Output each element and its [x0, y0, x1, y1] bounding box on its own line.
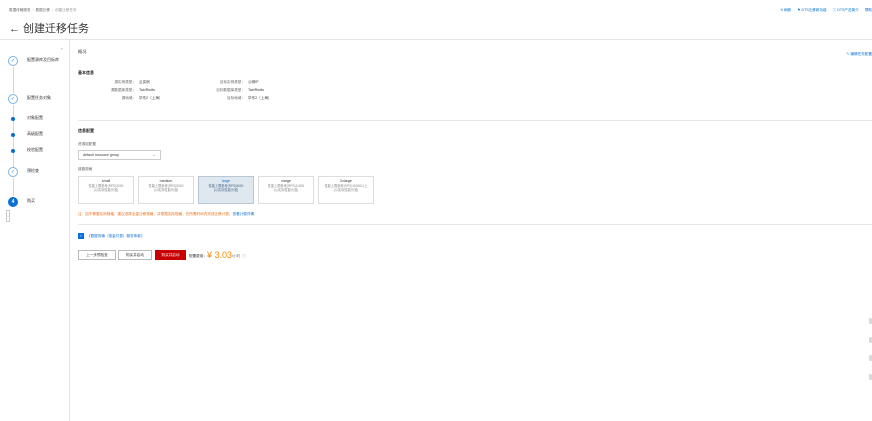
sidebar-handle[interactable]: › [6, 210, 10, 222]
check-icon: ✓ [8, 167, 18, 177]
breadcrumb-item-current: 创建迁移任务 [54, 8, 77, 12]
page-title: ← 创建迁移任务 [9, 20, 89, 36]
breadcrumb-item-dts[interactable]: 数据传输服务 [9, 8, 31, 12]
terms-link[interactable]: 《数据传输（按量付费）服务条款》 [87, 234, 145, 238]
step-label: 高级配置 [27, 131, 43, 136]
info-key: 源数据库类型： [110, 88, 136, 92]
info-row: 源实例类型： 云实例 目标实例类型： 公网IP [78, 80, 259, 85]
title-divider [0, 39, 872, 40]
resource-group-select[interactable]: default resource group ⌄ [78, 150, 161, 160]
step-label: 购买 [27, 198, 35, 203]
price-amount: ¥ 3.03 [206, 250, 232, 260]
prev-precheck-button[interactable]: 上一步预检查 [78, 250, 116, 260]
spec-card-small[interactable]: small 性能上限参考(RPS)2000 (以实际性能为准) [78, 176, 134, 204]
topbar: 数据传输服务 / 数据迁移 / 创建迁移任务 ⟲ 刷新 ⚑ DTS迁移新功能 ⓘ DTS… [0, 0, 872, 18]
product-intro-link[interactable]: ⓘ DTS产品简介 [833, 8, 859, 12]
step-task-objects[interactable]: ✓ 配置任务对象 [8, 94, 70, 104]
step-validation-config[interactable]: 校验配置 [8, 146, 70, 156]
agree-checkbox[interactable]: ✓ [78, 233, 84, 239]
check-icon: ✓ [8, 94, 18, 104]
spec-note: (以实际性能为准) [273, 188, 299, 193]
price-unit: /小时 [232, 254, 241, 258]
info-value: 公网IP [248, 80, 259, 84]
spec-label: 链路规格 [78, 167, 93, 171]
buy-and-start-button[interactable]: 购买并启动 [155, 250, 186, 260]
info-value: 华东2（上海） [139, 96, 163, 100]
section-divider [78, 120, 872, 121]
spec-note: (以实际性能为准) [333, 188, 359, 193]
breadcrumb: 数据传输服务 / 数据迁移 / 创建迁移任务 [9, 8, 77, 13]
info-value: 华东2（上海） [248, 96, 272, 100]
help-link[interactable]: 帮助 [865, 8, 872, 12]
step-object-config[interactable]: 对象配置 [8, 114, 70, 124]
step-advanced-config[interactable]: 高级配置 [8, 130, 70, 140]
step-label: 配置任务对象 [27, 95, 51, 100]
spec-card-2xlarge[interactable]: 2xlarge 性能上限参考(RPS)15000以上 (以实际性能为准) [318, 176, 374, 204]
back-arrow-icon[interactable]: ← [9, 23, 20, 35]
step-source-target[interactable]: ✓ 配置源库及目标库 [8, 56, 70, 66]
step-precheck[interactable]: ✓ 预检查 [8, 167, 70, 177]
info-row: 源地域： 华东2（上海） 目标地域： 华东2（上海） [78, 96, 272, 101]
spec-note: (以实际性能为准) [153, 188, 179, 193]
spec-card-large[interactable]: large 性能上限参考(RPS)8000 (以实际性能为准) [198, 176, 254, 204]
spec-card-medium[interactable]: medium 性能上限参考(RPS)5000 (以实际性能为准) [138, 176, 194, 204]
spec-note: (以实际性能为准) [213, 188, 239, 193]
substep-dot-icon [11, 133, 15, 137]
info-key: 源地域： [121, 96, 136, 100]
info-key: 目标数据库类型： [216, 88, 245, 92]
spec-note: (以实际性能为准) [93, 188, 119, 193]
info-key: 目标实例类型： [219, 80, 245, 84]
step-label: 对象配置 [27, 115, 43, 120]
breadcrumb-separator: / [51, 8, 53, 12]
substep-dot-icon [11, 149, 15, 153]
new-feature-link[interactable]: ⚑ DTS迁移新功能 [797, 8, 826, 12]
spec-card-xlarge[interactable]: xlarge 性能上限参考(RPS)11000 (以实际性能为准) [258, 176, 314, 204]
page-title-text: 创建迁移任务 [23, 23, 89, 35]
edit-config-link[interactable]: ✎ 编辑任务配置 [846, 52, 872, 57]
top-links: ⟲ 刷新 ⚑ DTS迁移新功能 ⓘ DTS产品简介 帮助 [775, 8, 872, 13]
note-body: 注：如不需要实例规格，建议选择全量迁移规格，并根据实际规格，在所需时间内完成迁移… [78, 212, 233, 216]
check-icon: ✓ [8, 56, 18, 66]
breadcrumb-item-migration[interactable]: 数据迁移 [36, 8, 50, 12]
step-label: 配置源库及目标库 [27, 57, 59, 62]
step-connector [13, 67, 14, 93]
step-label: 校验配置 [27, 147, 43, 152]
info-value: Tair/Redis [248, 88, 264, 92]
step-label: 预检查 [27, 168, 39, 173]
basic-info-title: 基本信息 [78, 70, 94, 75]
price-display: 配置费用：¥ 3.03/小时 ⓘ [189, 249, 246, 262]
pricing-detail-link[interactable]: 查看计费详情 [233, 212, 255, 216]
agree-label: 《数据传输（按量付费）服务条款》 [87, 233, 145, 239]
info-value: 云实例 [139, 80, 150, 84]
price-label: 配置费用： [189, 254, 207, 258]
info-row: 源数据库类型： Tair/Redis 目标数据库类型： Tair/Redis [78, 88, 264, 93]
step-sidebar: « ✓ 配置源库及目标库 ✓ 配置任务对象 对象配置 高级配置 校验配置 ✓ 预… [0, 40, 70, 421]
substep-dot-icon [11, 117, 15, 121]
refresh-link[interactable]: ⟲ 刷新 [780, 8, 791, 12]
step-purchase: 4 购买 [8, 197, 70, 207]
buy-button[interactable]: 购买并启动 [118, 250, 152, 260]
resource-group-value: default resource group [83, 153, 119, 157]
breadcrumb-separator: / [32, 8, 34, 12]
info-value: Tair/Redis [139, 88, 155, 92]
info-key: 目标地域： [227, 96, 245, 100]
overview-title: 概况 [78, 49, 87, 54]
collapse-icon[interactable]: « [61, 46, 63, 51]
section-divider [78, 224, 872, 225]
purchase-config-title: 信息配置 [78, 128, 94, 133]
resource-group-label: 资源组配置 [78, 142, 96, 146]
info-key: 源实例类型： [114, 80, 136, 84]
step-number-icon: 4 [8, 197, 18, 207]
chevron-down-icon: ⌄ [152, 152, 156, 157]
spec-note-text: 注：如不需要实例规格，建议选择全量迁移规格，并根据实际规格，在所需时间内完成迁移… [78, 212, 254, 217]
step-connector [13, 178, 14, 196]
help-icon[interactable]: ⓘ [242, 254, 246, 258]
